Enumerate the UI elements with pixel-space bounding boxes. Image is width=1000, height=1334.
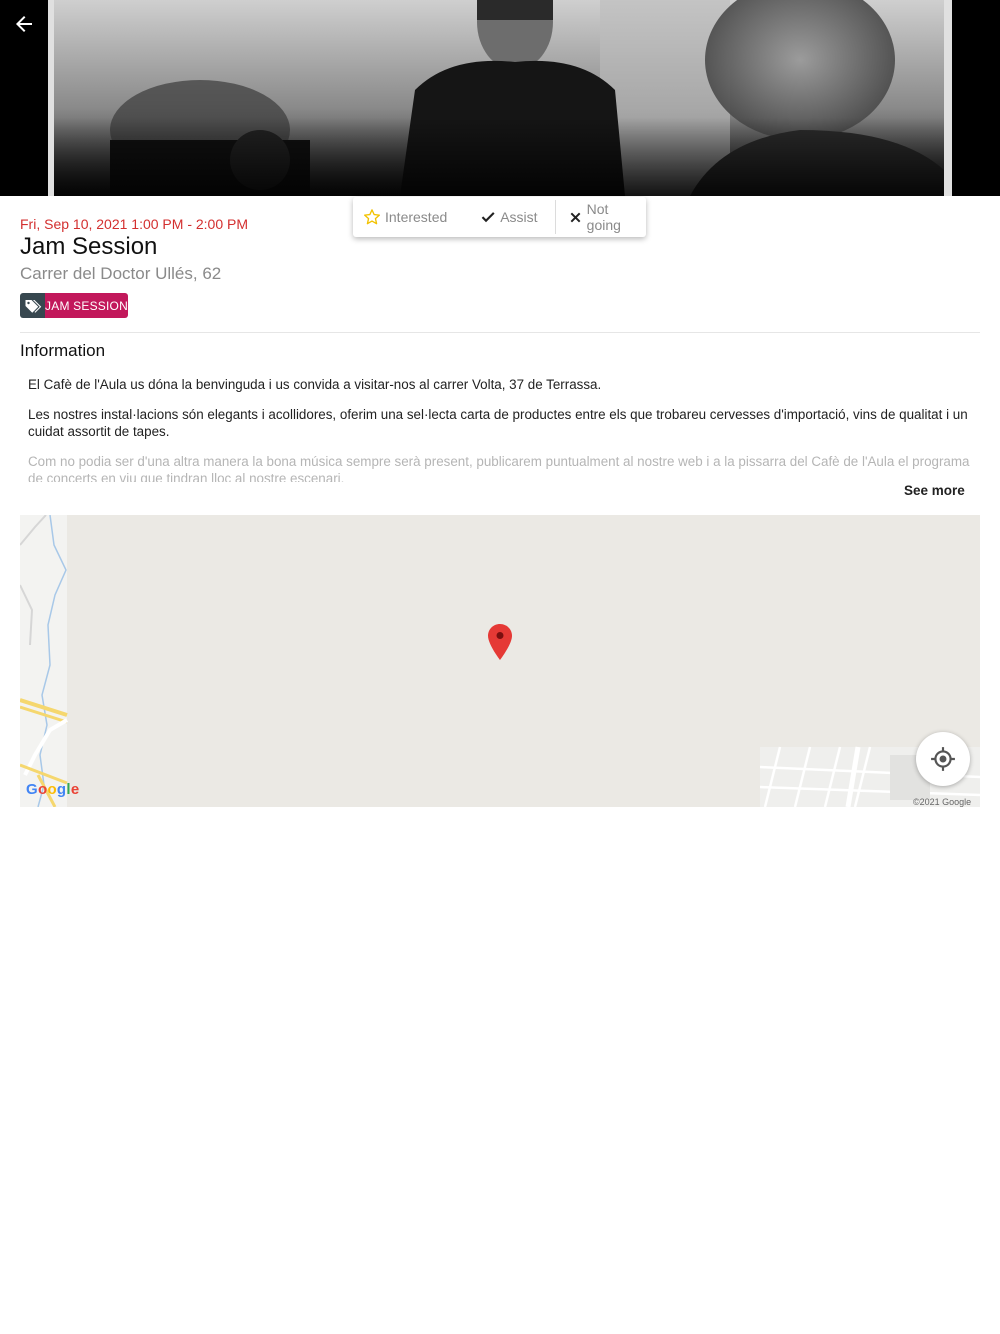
- event-datetime: Fri, Sep 10, 2021 1:00 PM - 2:00 PM: [20, 216, 249, 232]
- check-icon: [480, 209, 496, 225]
- information-text: El Cafè de l'Aula us dóna la benvinguda …: [28, 376, 978, 482]
- assist-button[interactable]: Assist: [466, 197, 554, 237]
- information-paragraph: El Cafè de l'Aula us dóna la benvinguda …: [28, 377, 602, 392]
- hero-photo: [0, 0, 1000, 196]
- google-logo: Google: [26, 781, 80, 798]
- information-paragraph: Les nostres instal·lacions són elegants …: [28, 407, 968, 439]
- category-tag-label: JAM SESSION: [45, 293, 128, 318]
- event-address: Carrer del Doctor Ullés, 62: [20, 264, 222, 283]
- information-paragraph: Com no podia ser d'una altra manera la b…: [28, 454, 970, 482]
- tags-icon: [20, 293, 45, 318]
- section-divider: [20, 332, 980, 333]
- assist-label: Assist: [500, 209, 538, 225]
- not-going-button[interactable]: Not going: [556, 197, 646, 237]
- event-title: Jam Session: [20, 233, 158, 260]
- event-map[interactable]: Google ©2021 Google: [20, 515, 980, 807]
- star-outline-icon: [363, 208, 381, 226]
- information-heading: Information: [20, 341, 106, 360]
- crosshair-icon: [931, 747, 955, 771]
- close-icon: [568, 210, 583, 225]
- interested-button[interactable]: Interested: [353, 197, 466, 237]
- location-pin-icon[interactable]: [488, 624, 512, 665]
- back-button[interactable]: [12, 12, 44, 44]
- category-tag[interactable]: JAM SESSION: [20, 293, 128, 318]
- see-more-button[interactable]: See more: [904, 483, 965, 498]
- rsvp-bar: Interested Assist Not going: [353, 197, 646, 237]
- event-hero-image: [0, 0, 1000, 196]
- not-going-label: Not going: [586, 201, 621, 233]
- map-copyright: ©2021 Google: [913, 797, 972, 807]
- interested-label: Interested: [385, 209, 448, 225]
- arrow-left-icon: [16, 16, 32, 32]
- my-location-button[interactable]: [916, 732, 970, 786]
